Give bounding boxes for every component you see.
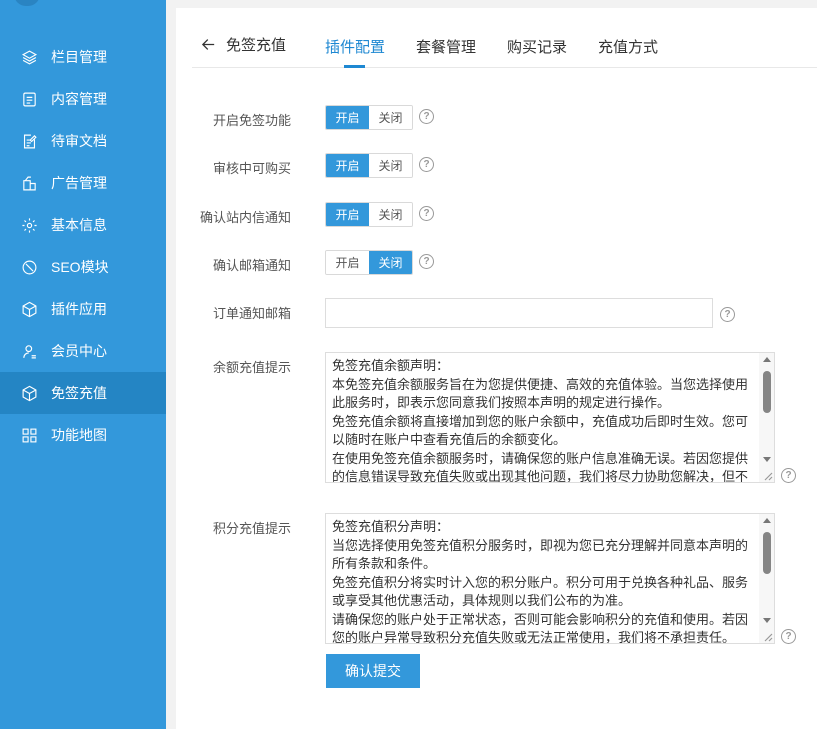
help-icon[interactable]: ? [419,109,434,124]
sidebar-item-plugins[interactable]: 插件应用 [0,288,166,330]
cube-icon [20,384,38,402]
layers-icon [20,48,38,66]
off-option[interactable]: 关闭 [369,106,412,129]
sidebar-item-label: 内容管理 [51,91,107,107]
gear-icon [20,216,38,234]
help-icon[interactable]: ? [419,157,434,172]
enable-free-sign-label: 开启免签功能 [212,113,291,128]
help-icon[interactable]: ? [419,206,434,221]
scrollbar-thumb[interactable] [763,371,771,413]
ad-icon [20,174,38,192]
sidebar-item-label: 会员中心 [51,343,107,359]
sidebar-item-label: 功能地图 [51,427,107,443]
balance-tip-textarea[interactable]: 免签充值余额声明： 本免签充值余额服务旨在为您提供便捷、高效的充值体验。当您选择… [325,352,775,483]
scroll-up-icon[interactable] [763,357,771,362]
grid-icon [20,426,38,444]
edit-document-icon [20,132,38,150]
sidebar-item-label: 广告管理 [51,175,107,191]
resize-grip-icon[interactable] [761,469,773,481]
arrow-left-icon [201,39,215,50]
points-tip-label: 积分充值提示 [212,521,291,536]
tab-plugin-config[interactable]: 插件配置 [325,36,385,57]
sidebar-item-seo[interactable]: SEO模块 [0,246,166,288]
help-icon[interactable]: ? [781,468,796,483]
review-purchase-label: 审核中可购买 [212,161,291,176]
scrollbar-thumb[interactable] [763,532,771,574]
tab-recharge-methods[interactable]: 充值方式 [598,36,658,57]
back-label: 免签充值 [226,37,287,54]
user-icon [20,342,38,360]
sidebar-item-function-map[interactable]: 功能地图 [0,414,166,456]
help-icon[interactable]: ? [781,629,796,644]
scroll-down-icon[interactable] [763,457,771,462]
on-option[interactable]: 开启 [326,203,369,226]
cube-icon [20,300,38,318]
sidebar-item-content-management[interactable]: 内容管理 [0,78,166,120]
document-list-icon [20,90,38,108]
submit-button[interactable]: 确认提交 [326,654,420,688]
site-message-notify-toggle: 开启 关闭 [325,202,413,227]
logo [14,0,40,6]
help-icon[interactable]: ? [419,254,434,269]
email-notify-toggle: 开启 关闭 [325,250,413,275]
scrollbar[interactable] [759,514,774,643]
sidebar-item-member-center[interactable]: 会员中心 [0,330,166,372]
sidebar-item-basic-info[interactable]: 基本信息 [0,204,166,246]
balance-tip-text: 免签充值余额声明： 本免签充值余额服务旨在为您提供便捷、高效的充值体验。当您选择… [332,358,749,483]
help-icon[interactable]: ? [720,307,735,322]
balance-tip-label: 余额充值提示 [212,360,291,375]
off-option[interactable]: 关闭 [369,203,412,226]
sidebar: 栏目管理 内容管理 待审文档 广告管理 基本信息 SEO模块 插件应用 会员中心… [0,0,166,729]
scroll-up-icon[interactable] [763,518,771,523]
sidebar-item-label: 插件应用 [51,301,107,317]
enable-free-sign-toggle: 开启 关闭 [325,105,413,130]
tab-purchase-records[interactable]: 购买记录 [507,36,567,57]
site-message-notify-label: 确认站内信通知 [199,210,291,225]
order-email-input[interactable] [325,298,713,328]
tab-package-management[interactable]: 套餐管理 [416,36,476,57]
order-email-label: 订单通知邮箱 [212,306,291,321]
sidebar-item-label: SEO模块 [51,259,109,275]
on-option[interactable]: 开启 [326,154,369,177]
off-option[interactable]: 关闭 [369,154,412,177]
back-button[interactable]: 免签充值 [200,34,286,55]
points-tip-textarea[interactable]: 免签充值积分声明： 当您选择使用免签充值积分服务时，即视为您已充分理解并同意本声… [325,513,775,644]
scrollbar[interactable] [759,353,774,482]
sidebar-item-label: 基本信息 [51,217,107,233]
on-option[interactable]: 开启 [326,106,369,129]
sidebar-item-label: 栏目管理 [51,49,107,65]
seo-icon [20,258,38,276]
sidebar-item-ad-management[interactable]: 广告管理 [0,162,166,204]
resize-grip-icon[interactable] [761,630,773,642]
on-option[interactable]: 开启 [326,251,369,274]
active-tab-indicator [344,65,365,68]
off-option[interactable]: 关闭 [369,251,412,274]
email-notify-label: 确认邮箱通知 [212,258,291,273]
main-panel: 免签充值 插件配置 套餐管理 购买记录 充值方式 开启免签功能 开启 关闭 ? … [176,8,817,729]
sidebar-item-column-management[interactable]: 栏目管理 [0,36,166,78]
points-tip-text: 免签充值积分声明： 当您选择使用免签充值积分服务时，即视为您已充分理解并同意本声… [332,519,749,644]
scroll-down-icon[interactable] [763,618,771,623]
tab-bar: 免签充值 插件配置 套餐管理 购买记录 充值方式 [192,8,817,68]
sidebar-item-label: 免签充值 [51,385,107,401]
review-purchase-toggle: 开启 关闭 [325,153,413,178]
sidebar-item-free-recharge[interactable]: 免签充值 [0,372,166,414]
sidebar-item-pending-documents[interactable]: 待审文档 [0,120,166,162]
sidebar-item-label: 待审文档 [51,133,107,149]
